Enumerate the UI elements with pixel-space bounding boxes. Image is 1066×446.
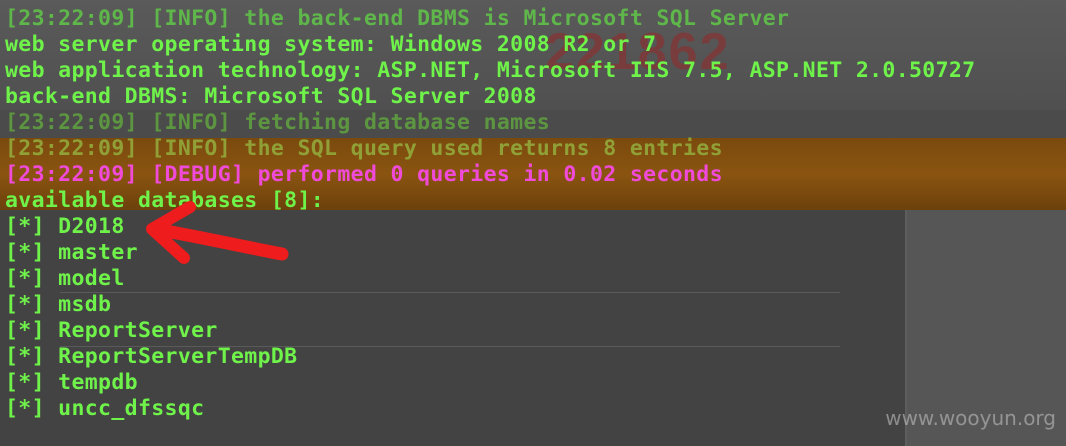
log-line-debug: [23:22:09] [DEBUG] performed 0 queries i… <box>5 162 723 187</box>
database-item-reportserver: [*] ReportServer <box>5 318 218 343</box>
database-item-tempdb: [*] tempdb <box>5 370 138 395</box>
database-item-model: [*] model <box>5 266 125 291</box>
terminal-output: [23:22:09] [INFO] the back-end DBMS is M… <box>5 6 975 422</box>
database-item-d2018: [*] D2018 <box>5 214 125 239</box>
watermark: www.wooyun.org <box>885 406 1056 430</box>
database-item-uncc-dfssqc: [*] uncc_dfssqc <box>5 396 205 421</box>
database-item-reportservertempdb: [*] ReportServerTempDB <box>5 344 298 369</box>
log-line-web-tech: web application technology: ASP.NET, Mic… <box>5 58 976 83</box>
database-item-master: [*] master <box>5 240 138 265</box>
log-line-fetching: [23:22:09] [INFO] fetching database name… <box>5 110 551 135</box>
log-line-query-entries: [23:22:09] [INFO] the SQL query used ret… <box>5 136 723 161</box>
log-line-os: web server operating system: Windows 200… <box>5 32 657 57</box>
log-line-dbms-info: [23:22:09] [INFO] the back-end DBMS is M… <box>5 6 790 31</box>
log-line-dbms: back-end DBMS: Microsoft SQL Server 2008 <box>5 84 537 109</box>
database-item-msdb: [*] msdb <box>5 292 112 317</box>
log-line-available-databases: available databases [8]: <box>5 188 325 213</box>
